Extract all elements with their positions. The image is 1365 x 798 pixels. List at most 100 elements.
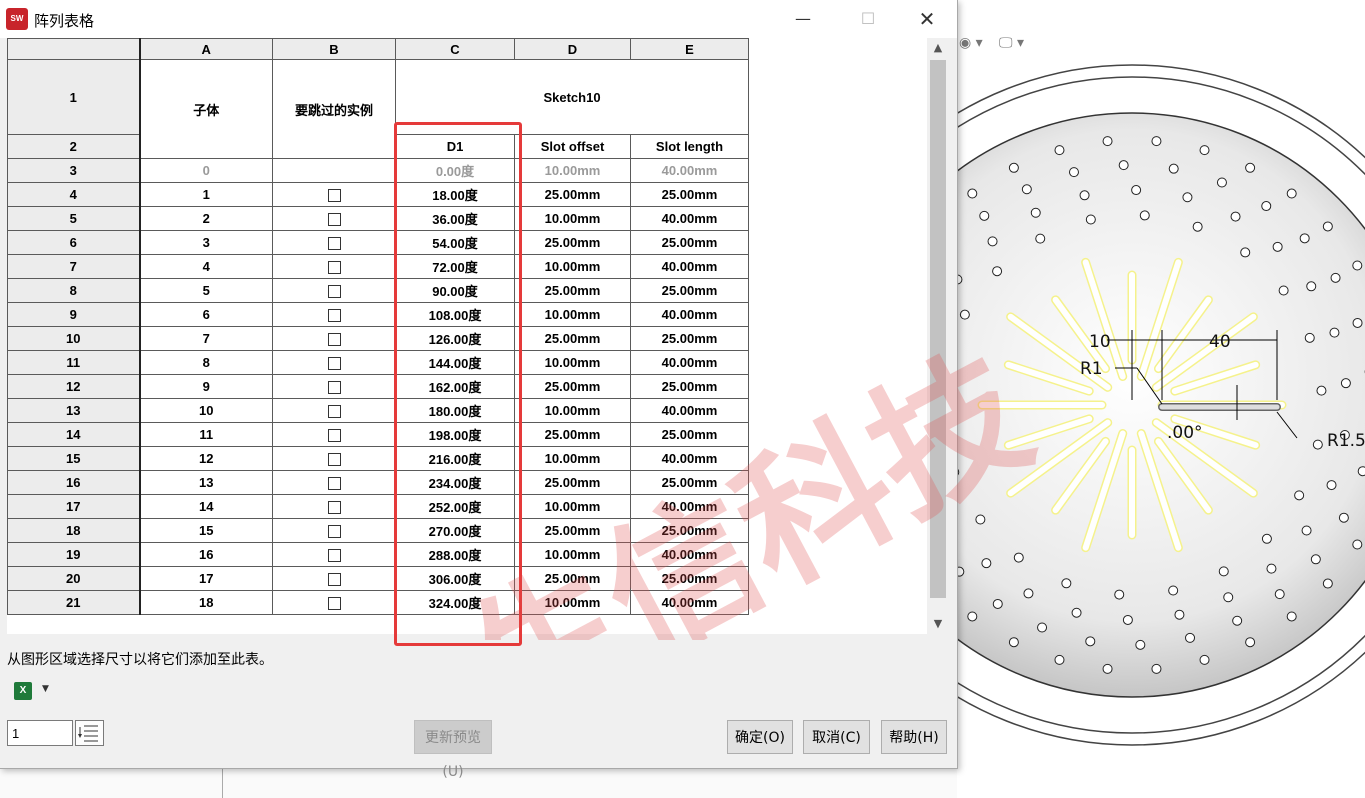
skip-checkbox-cell[interactable] <box>272 518 396 543</box>
slot-offset-cell[interactable]: 25.00mm <box>514 326 631 351</box>
slot-offset-cell[interactable]: 25.00mm <box>514 470 631 495</box>
d1-angle-cell[interactable]: 162.00度 <box>395 374 515 399</box>
slot-offset-cell[interactable]: 10.00mm <box>514 398 631 423</box>
skip-checkbox[interactable] <box>327 453 341 467</box>
maximize-icon[interactable]: ☐ <box>845 0 891 38</box>
slot-length-cell[interactable]: 40.00mm <box>630 206 749 231</box>
skip-checkbox-cell[interactable] <box>272 302 396 327</box>
row-number[interactable]: 16 <box>7 470 141 495</box>
row-number[interactable]: 9 <box>7 302 141 327</box>
child-index-cell[interactable]: 12 <box>139 446 273 471</box>
child-index-cell[interactable]: 15 <box>139 518 273 543</box>
child-index-cell[interactable]: 0 <box>139 158 273 183</box>
row-number[interactable]: 3 <box>7 158 141 183</box>
skip-checkbox[interactable] <box>327 261 341 275</box>
slot-length-cell[interactable]: 40.00mm <box>630 350 749 375</box>
d1-angle-cell[interactable]: 108.00度 <box>395 302 515 327</box>
skip-checkbox-cell[interactable] <box>272 590 396 615</box>
skip-checkbox[interactable] <box>327 477 341 491</box>
slot-length-cell[interactable]: 40.00mm <box>630 446 749 471</box>
child-index-cell[interactable]: 7 <box>139 326 273 351</box>
row-number[interactable]: 4 <box>7 182 141 207</box>
skip-checkbox[interactable] <box>327 381 341 395</box>
skip-checkbox[interactable] <box>327 549 341 563</box>
slot-offset-cell[interactable]: 25.00mm <box>514 518 631 543</box>
d1-angle-cell[interactable]: 252.00度 <box>395 494 515 519</box>
skip-checkbox[interactable] <box>327 429 341 443</box>
row-number[interactable]: 21 <box>7 590 141 615</box>
slot-offset-cell[interactable]: 10.00mm <box>514 158 631 183</box>
slot-length-cell[interactable]: 40.00mm <box>630 254 749 279</box>
d1-angle-cell[interactable]: 126.00度 <box>395 326 515 351</box>
scroll-up-icon[interactable]: ▲ <box>929 38 947 58</box>
d1-angle-cell[interactable]: 306.00度 <box>395 566 515 591</box>
skip-checkbox[interactable] <box>327 525 341 539</box>
slot-offset-cell[interactable]: 10.00mm <box>514 542 631 567</box>
skip-checkbox-cell[interactable] <box>272 230 396 255</box>
slot-length-cell[interactable]: 40.00mm <box>630 494 749 519</box>
help-button[interactable]: 帮助(H) <box>881 720 947 754</box>
skip-checkbox-cell[interactable] <box>272 494 396 519</box>
slot-offset-cell[interactable]: 25.00mm <box>514 374 631 399</box>
skip-checkbox[interactable] <box>327 333 341 347</box>
child-index-cell[interactable]: 14 <box>139 494 273 519</box>
slot-length-cell[interactable]: 25.00mm <box>630 326 749 351</box>
skip-checkbox-cell[interactable] <box>272 254 396 279</box>
scroll-down-icon[interactable]: ▼ <box>929 614 947 634</box>
col-letter-a[interactable]: A <box>139 38 273 60</box>
skip-checkbox-cell[interactable] <box>272 206 396 231</box>
skip-checkbox[interactable] <box>327 237 341 251</box>
skip-checkbox[interactable] <box>327 189 341 203</box>
d1-angle-cell[interactable]: 234.00度 <box>395 470 515 495</box>
slot-length-cell[interactable]: 25.00mm <box>630 566 749 591</box>
slot-length-cell[interactable]: 25.00mm <box>630 230 749 255</box>
chevron-down-icon[interactable]: ▼ <box>42 684 49 694</box>
cancel-button[interactable]: 取消(C) <box>803 720 870 754</box>
slot-offset-cell[interactable]: 25.00mm <box>514 230 631 255</box>
child-index-cell[interactable]: 16 <box>139 542 273 567</box>
slot-offset-cell[interactable]: 25.00mm <box>514 422 631 447</box>
slot-offset-cell[interactable]: 10.00mm <box>514 494 631 519</box>
skip-checkbox[interactable] <box>327 357 341 371</box>
skip-checkbox-cell[interactable] <box>272 422 396 447</box>
skip-checkbox-cell[interactable] <box>272 470 396 495</box>
d1-angle-cell[interactable]: 324.00度 <box>395 590 515 615</box>
vertical-scrollbar[interactable]: ▲ ▼ <box>929 38 947 634</box>
child-index-cell[interactable]: 3 <box>139 230 273 255</box>
child-index-cell[interactable]: 17 <box>139 566 273 591</box>
close-icon[interactable]: ✕ <box>904 0 950 38</box>
child-index-cell[interactable]: 1 <box>139 182 273 207</box>
row-number[interactable]: 10 <box>7 326 141 351</box>
skip-checkbox[interactable] <box>327 405 341 419</box>
number-spinner-button[interactable] <box>75 720 104 746</box>
skip-checkbox-cell[interactable] <box>272 446 396 471</box>
d1-angle-cell[interactable]: 288.00度 <box>395 542 515 567</box>
slot-offset-cell[interactable]: 25.00mm <box>514 278 631 303</box>
skip-checkbox-cell[interactable] <box>272 278 396 303</box>
instance-number-input[interactable] <box>7 720 73 746</box>
slot-offset-cell[interactable]: 10.00mm <box>514 254 631 279</box>
row-number[interactable]: 7 <box>7 254 141 279</box>
slot-length-cell[interactable]: 25.00mm <box>630 374 749 399</box>
slot-offset-cell[interactable]: 10.00mm <box>514 206 631 231</box>
skip-checkbox-cell[interactable] <box>272 182 396 207</box>
row-number[interactable]: 11 <box>7 350 141 375</box>
slot-offset-cell[interactable]: 25.00mm <box>514 566 631 591</box>
skip-checkbox-cell[interactable] <box>272 398 396 423</box>
skip-checkbox-cell[interactable] <box>272 542 396 567</box>
child-index-cell[interactable]: 2 <box>139 206 273 231</box>
minimize-icon[interactable]: — <box>780 0 826 38</box>
skip-checkbox[interactable] <box>327 285 341 299</box>
scrollbar-thumb[interactable] <box>930 60 946 598</box>
child-index-cell[interactable]: 6 <box>139 302 273 327</box>
slot-length-cell[interactable]: 40.00mm <box>630 398 749 423</box>
skip-checkbox-cell[interactable] <box>272 326 396 351</box>
child-index-cell[interactable]: 11 <box>139 422 273 447</box>
skip-checkbox-cell[interactable] <box>272 566 396 591</box>
slot-length-cell[interactable]: 25.00mm <box>630 182 749 207</box>
skip-checkbox[interactable] <box>327 213 341 227</box>
skip-checkbox-cell[interactable] <box>272 158 396 183</box>
slot-offset-cell[interactable]: 10.00mm <box>514 446 631 471</box>
child-index-cell[interactable]: 10 <box>139 398 273 423</box>
d1-angle-cell[interactable]: 270.00度 <box>395 518 515 543</box>
